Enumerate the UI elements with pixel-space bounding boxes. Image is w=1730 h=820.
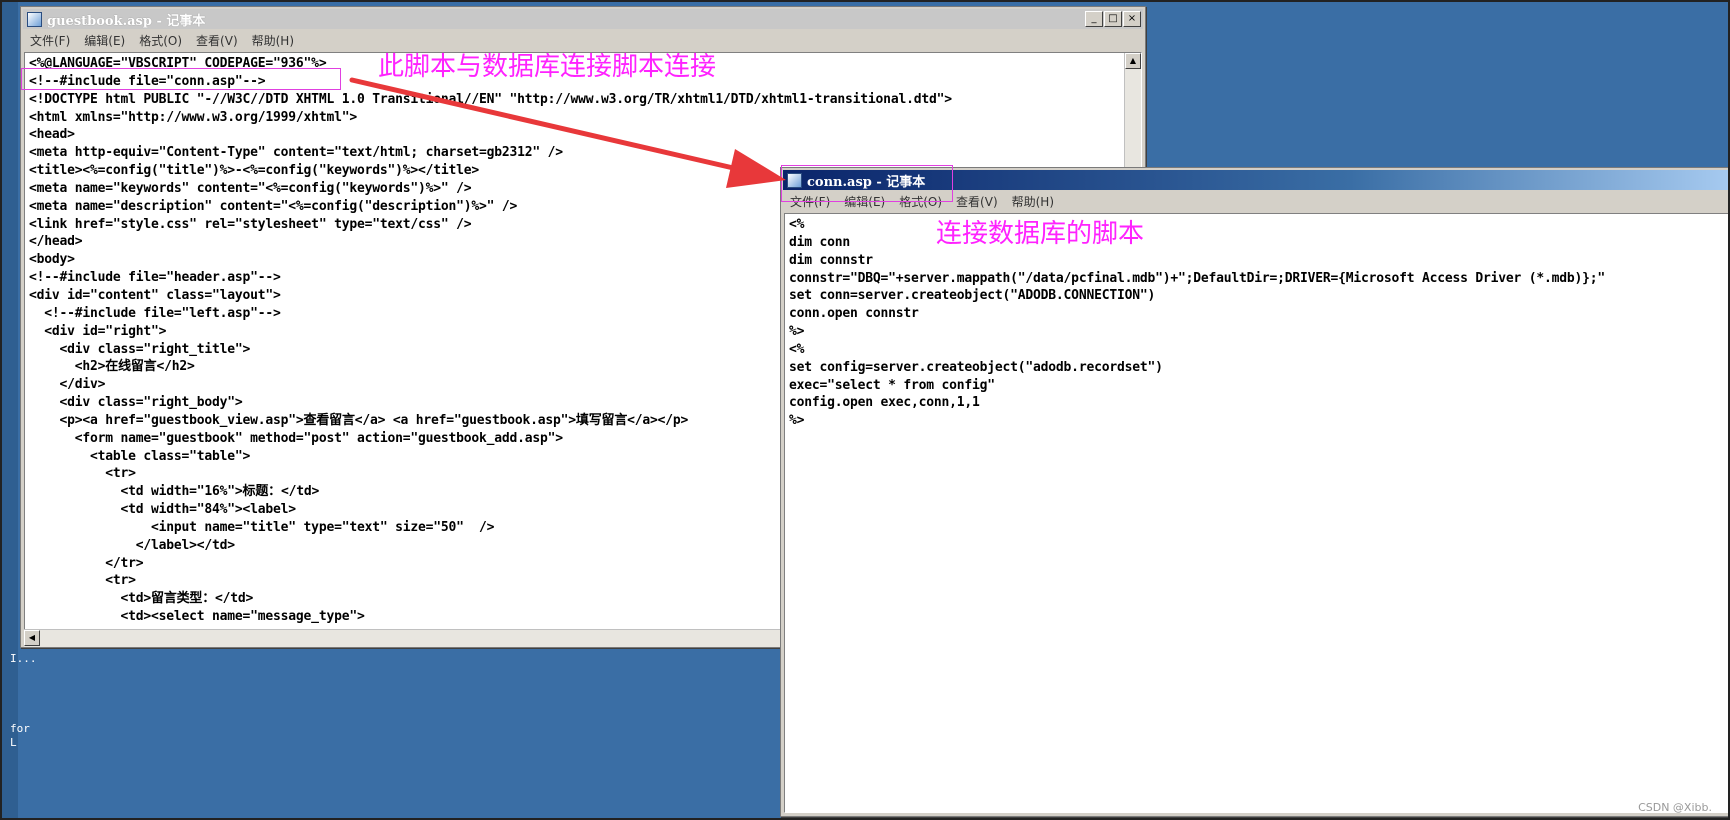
code-line: <td width="16%">标题：</td> [120, 484, 320, 500]
minimize-button[interactable]: _ [1085, 11, 1103, 27]
menu-view[interactable]: 查看(V) [949, 193, 1005, 210]
window-title: guestbook.asp - 记事本 [47, 13, 206, 29]
menu-help[interactable]: 帮助(H) [245, 32, 301, 49]
code-line: <% [789, 217, 805, 232]
code-line: set config=server.createobject("adodb.re… [789, 359, 1163, 375]
code-line: <meta http-equiv="Content-Type" content=… [29, 145, 563, 161]
source-code: <% dim conn dim connstr connstr="DBQ="+s… [785, 214, 1729, 430]
desktop-label: L [10, 736, 17, 749]
code-line: <% [789, 341, 805, 357]
code-line: %> [789, 413, 805, 429]
code-line: <table class="table"> [90, 448, 251, 464]
code-line: <head> [29, 127, 75, 143]
maximize-button[interactable]: □ [1104, 11, 1122, 27]
watermark: CSDN @Xibb. [1638, 801, 1712, 814]
code-line: connstr="DBQ="+server.mappath("/data/pcf… [789, 270, 1606, 286]
code-line: %> [789, 324, 805, 340]
conn-notepad-window: conn.asp - 记事本 文件(F) 编辑(E) 格式(O) 查看(V) 帮… [780, 167, 1730, 817]
code-line: config.open exec,conn,1,1 [789, 395, 980, 411]
code-line: </head> [29, 234, 83, 250]
code-line: </div> [59, 377, 106, 393]
text-editor-area[interactable]: <% dim conn dim connstr connstr="DBQ="+s… [784, 213, 1730, 813]
code-line: dim conn [789, 234, 851, 250]
scroll-up-button[interactable]: ▲ [1125, 53, 1141, 69]
code-line: <div id="right"> [44, 323, 167, 339]
code-line: <!DOCTYPE html PUBLIC "-//W3C//DTD XHTML… [29, 91, 952, 107]
desktop-label: for [10, 722, 30, 735]
menu-format[interactable]: 格式(O) [132, 32, 189, 49]
code-line: <body> [29, 252, 75, 268]
menu-edit[interactable]: 编辑(E) [77, 32, 132, 49]
menu-help[interactable]: 帮助(H) [1005, 193, 1061, 210]
code-line: <p><a href="guestbook_view.asp">查看留言</a>… [59, 412, 689, 428]
desktop-label: I... [10, 652, 37, 665]
notepad-icon [27, 11, 42, 27]
menu-file[interactable]: 文件(F) [23, 32, 77, 49]
code-line: <!--#include file="left.asp"--> [44, 305, 281, 321]
code-line: <h2>在线留言</h2> [74, 359, 195, 375]
include-annotation: 此脚本与数据库连接脚本连接 [378, 52, 717, 82]
code-line: <meta name="description" content="<%=con… [29, 198, 518, 214]
close-button[interactable]: × [1123, 11, 1141, 27]
code-line: </tr> [105, 555, 144, 571]
code-line: exec="select * from config" [789, 377, 995, 393]
code-line: set conn=server.createobject("ADODB.CONN… [789, 288, 1156, 304]
code-line: <tr> [105, 573, 136, 589]
code-line: <div class="right_body"> [59, 395, 243, 411]
code-line: <td><select name="message_type"> [29, 609, 365, 625]
code-line: <form name="guestbook" method="post" act… [74, 430, 563, 446]
conn-title-highlight-box [781, 165, 953, 202]
code-line: <html xmlns="http://www.w3.org/1999/xhtm… [29, 109, 357, 125]
code-line: <!--#include file="header.asp"--> [29, 270, 281, 286]
include-highlight-box [21, 68, 341, 90]
code-line: dim connstr [789, 252, 873, 268]
code-line: <title><%=config("title")%>-<%=config("k… [29, 163, 479, 179]
code-line: conn.open connstr [789, 306, 919, 322]
code-line: <td width="84%"><label> [120, 502, 297, 518]
code-line: <link href="style.css" rel="stylesheet" … [29, 216, 472, 232]
code-line: <meta name="keywords" content="<%=config… [29, 180, 472, 196]
code-line: <div class="right_title"> [59, 341, 251, 357]
code-line: </label></td> [135, 537, 235, 553]
conn-annotation: 连接数据库的脚本 [936, 219, 1145, 249]
code-line: <input name="title" type="text" size="50… [151, 519, 495, 535]
code-line: <tr> [105, 466, 136, 482]
code-line: <div id="content" class="layout"> [29, 287, 281, 303]
menu-view[interactable]: 查看(V) [189, 32, 245, 49]
desktop-icon-strip [0, 0, 18, 820]
scroll-left-button[interactable]: ◀ [24, 630, 40, 646]
code-line: <td>留言类型：</td> [120, 591, 254, 607]
guestbook-title-bar[interactable]: guestbook.asp - 记事本 _ □ × [23, 9, 1143, 29]
